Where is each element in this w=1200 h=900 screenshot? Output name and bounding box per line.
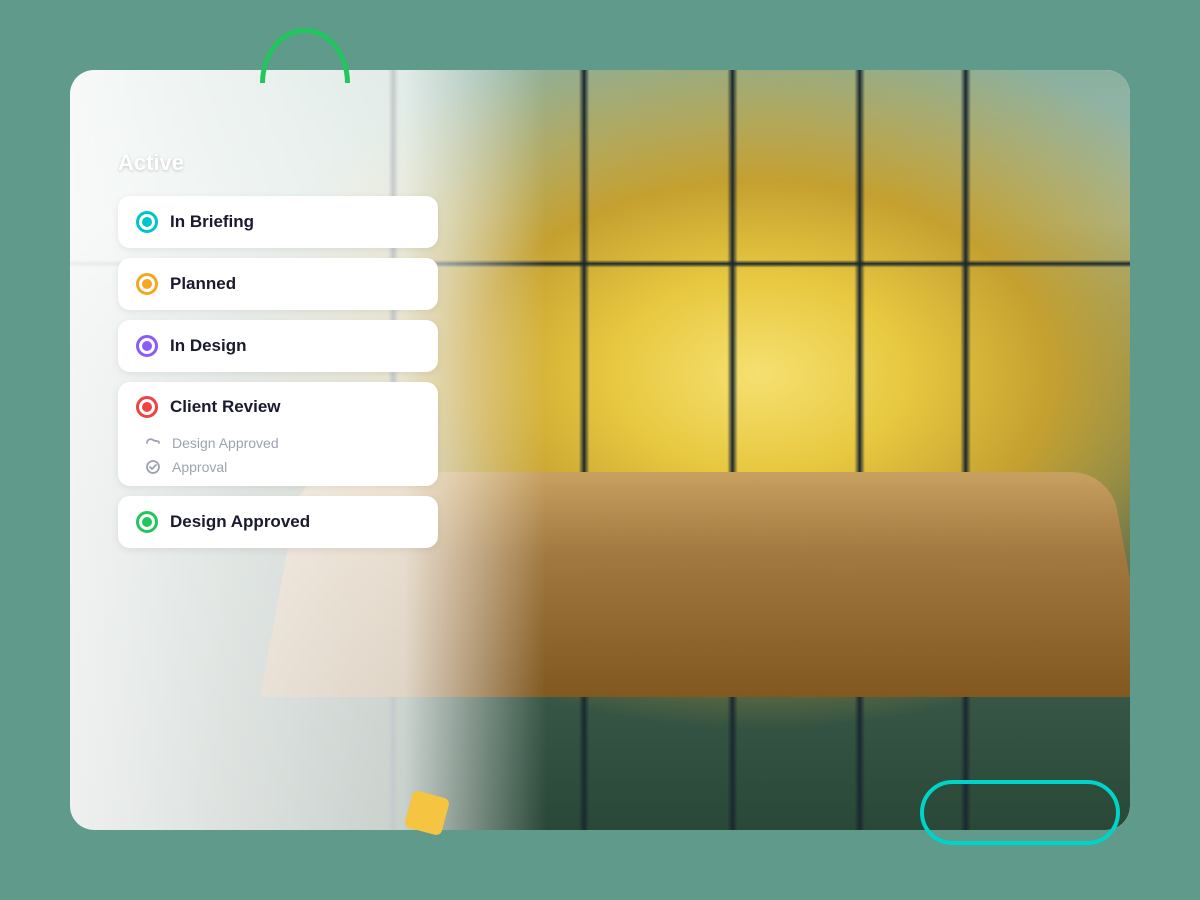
path-icon (144, 434, 162, 452)
status-item-design-approved[interactable]: Design Approved (118, 496, 438, 548)
main-card: Active In Briefing Planned In Design (70, 70, 1130, 830)
check-circle-icon (144, 458, 162, 476)
label-planned: Planned (170, 274, 236, 294)
sub-label-approval: Approval (172, 459, 227, 475)
label-design-approved: Design Approved (170, 512, 310, 532)
status-item-planned[interactable]: Planned (118, 258, 438, 310)
dot-design-approved (136, 511, 158, 533)
client-review-main: Client Review (136, 396, 420, 418)
green-arc-decoration (260, 28, 350, 83)
status-list: In Briefing Planned In Design Client Rev… (118, 196, 438, 548)
status-panel: Active In Briefing Planned In Design (118, 150, 438, 548)
status-item-in-design[interactable]: In Design (118, 320, 438, 372)
dot-in-briefing (136, 211, 158, 233)
sub-item-approval: Approval (144, 458, 420, 476)
label-in-design: In Design (170, 336, 247, 356)
sub-label-design-approved: Design Approved (172, 435, 279, 451)
label-client-review: Client Review (170, 397, 281, 417)
status-item-in-briefing[interactable]: In Briefing (118, 196, 438, 248)
dot-in-design (136, 335, 158, 357)
dot-client-review (136, 396, 158, 418)
active-label: Active (118, 150, 438, 176)
sub-item-design-approved: Design Approved (144, 434, 420, 452)
client-review-sub-items: Design Approved Approval (136, 434, 420, 476)
teal-pill-decoration (920, 780, 1120, 845)
status-item-client-review[interactable]: Client Review Design Approved (118, 382, 438, 486)
label-in-briefing: In Briefing (170, 212, 254, 232)
dot-planned (136, 273, 158, 295)
